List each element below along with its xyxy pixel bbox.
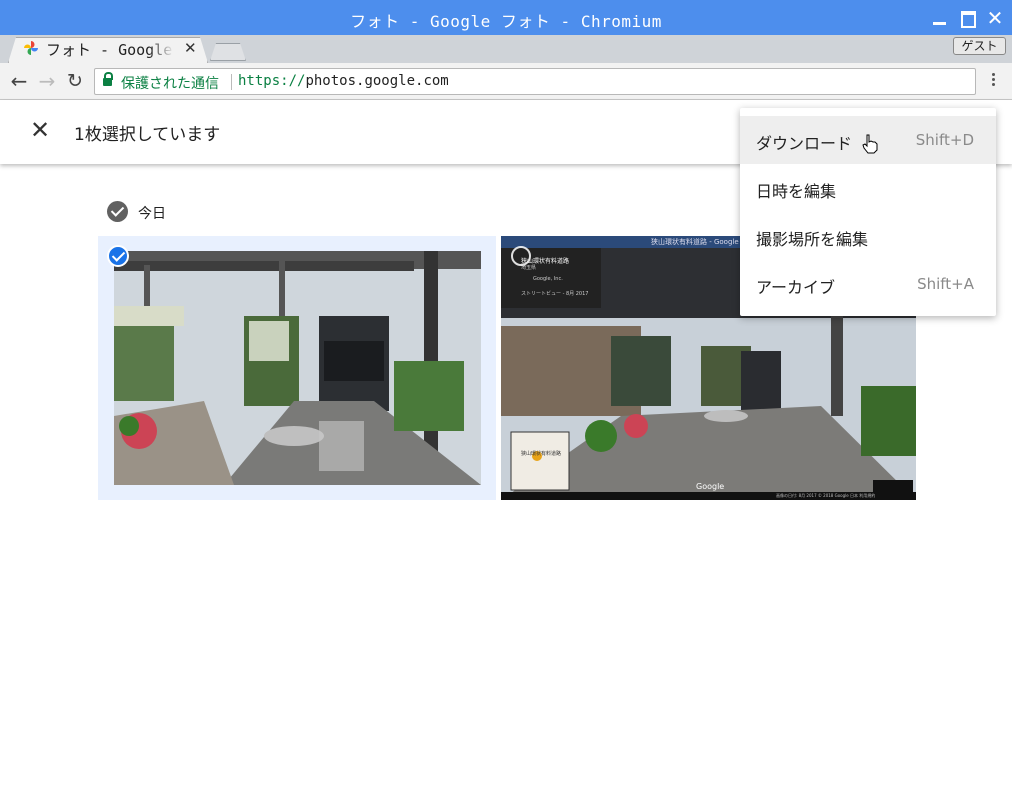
lock-icon[interactable]: [103, 72, 113, 87]
address-bar[interactable]: 保護された通信 https://photos.google.com: [94, 68, 976, 95]
google-photos-favicon-icon: [24, 41, 38, 55]
date-group-label: 今日: [138, 206, 166, 222]
secure-connection-label[interactable]: 保護された通信: [121, 73, 219, 93]
back-arrow-icon[interactable]: ←: [8, 70, 30, 92]
clear-selection-icon[interactable]: ✕: [28, 118, 52, 142]
group-select-check-icon[interactable]: [107, 201, 128, 222]
street-view-footer: 画像の日付: 8月 2017 © 2018 Google 日本 利用規約: [776, 493, 876, 498]
url-text[interactable]: https://photos.google.com: [238, 73, 449, 89]
window-title: フォト - Google フォト - Chromium: [350, 12, 662, 31]
street-view-map-label: 狭山環状有料道路: [521, 451, 562, 457]
url-scheme: https://: [238, 73, 306, 89]
google-brand-label: Google: [696, 482, 725, 491]
hand-cursor-icon: [862, 134, 878, 154]
browser-toolbar: ← → ↻ 保護された通信 https://photos.google.com: [0, 63, 1012, 100]
menu-item-edit-location[interactable]: 撮影場所を編集: [740, 212, 996, 260]
menu-item-edit-datetime[interactable]: 日時を編集: [740, 164, 996, 212]
menu-item-label: アーカイブ: [756, 278, 836, 297]
menu-item-shortcut: Shift+A: [917, 275, 974, 293]
menu-item-label: 日時を編集: [756, 182, 837, 201]
photo-toll-gate-1[interactable]: [114, 251, 481, 485]
tab-photos-content[interactable]: フォト - Google フォト ✕: [16, 35, 206, 61]
url-host: photos.google.com: [305, 73, 449, 89]
street-view-header: 狭山環状有料道路 - Google: [651, 238, 739, 246]
photo-unselected-circle-icon[interactable]: [511, 246, 531, 266]
tab-strip: フォト - Google フォト ✕ ゲスト: [0, 35, 1012, 63]
guest-profile-button[interactable]: ゲスト: [953, 37, 1006, 55]
photo-toll-gate-1-image: [114, 251, 481, 485]
menu-item-label: 撮影場所を編集: [756, 230, 869, 249]
tab-title: フォト - Google フォト: [46, 41, 174, 59]
tab-close-icon[interactable]: ✕: [184, 39, 197, 57]
forward-arrow-icon[interactable]: →: [36, 70, 58, 92]
selection-count-text: 1枚選択しています: [74, 125, 221, 145]
omnibox-separator: [231, 74, 232, 90]
menu-item-label: ダウンロード: [756, 134, 853, 153]
photo-selected-check-icon[interactable]: [107, 245, 129, 267]
maximize-icon[interactable]: [958, 8, 978, 28]
street-view-owner: Google, Inc.: [533, 276, 563, 282]
street-view-date: ストリートビュー - 8月 2017: [521, 291, 589, 297]
reload-icon[interactable]: ↻: [64, 70, 86, 92]
window-titlebar: フォト - Google フォト - Chromium ✕: [0, 0, 1012, 35]
window-close-icon[interactable]: ✕: [985, 8, 1005, 28]
menu-item-archive[interactable]: アーカイブ Shift+A: [740, 260, 996, 308]
browser-menu-icon[interactable]: [988, 71, 998, 91]
menu-item-shortcut: Shift+D: [915, 131, 974, 149]
minimize-icon[interactable]: [930, 8, 950, 28]
new-tab-button[interactable]: [210, 43, 246, 61]
